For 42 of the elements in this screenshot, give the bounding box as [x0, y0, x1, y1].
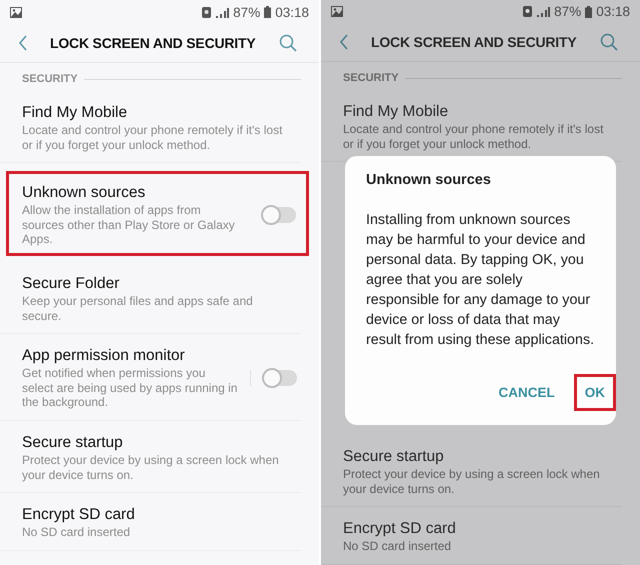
search-icon[interactable]	[600, 33, 618, 52]
battery-percent: 87%	[233, 4, 260, 20]
setting-description: Protect your device by using a screen lock when your device turns on.	[22, 452, 280, 482]
setting-description: Locate and control your phone remotely if it's lost or if you forget your unlock method.	[343, 122, 604, 152]
dialog-message: Installing from unknown sources may be harmful to your device and personal data. By tapping OK, you agree that you are solely responsible for any damage to your device or loss of data that may result from using these applications.	[366, 211, 596, 350]
dialog-button[interactable]: CANCEL	[488, 374, 566, 412]
setting-description: No SD card inserted	[343, 539, 452, 554]
setting-title[interactable]: Find My Mobile	[343, 101, 618, 122]
back-icon[interactable]	[18, 35, 28, 51]
signal-icon	[536, 6, 550, 18]
toggle-switch[interactable]	[262, 206, 296, 223]
image-icon	[10, 6, 22, 18]
section-header: SECURITY	[343, 72, 399, 84]
highlighted-button[interactable]: OK	[574, 374, 616, 412]
clock-time: 03:18	[275, 4, 309, 20]
setting-description: Get notified when permissions you select are being used by apps running in the background.	[22, 366, 238, 410]
setting-description: No SD card inserted	[22, 525, 132, 540]
setting-title[interactable]: Secure Folder	[22, 272, 297, 294]
screen-title: LOCK SCREEN AND SECURITY	[371, 34, 578, 50]
setting-description: Allow the installation of apps from sources other than Play Store or Galaxy Apps.	[22, 203, 236, 247]
setting-title[interactable]: Encrypt SD card	[343, 518, 618, 540]
battery-percent: 87%	[554, 4, 582, 20]
back-icon[interactable]	[339, 34, 349, 50]
setting-title[interactable]: Secure startup	[343, 446, 618, 468]
screen-title: LOCK SCREEN AND SECURITY	[50, 35, 256, 51]
setting-description: Locate and control your phone remotely if it's lost or if you forget your unlock method.	[22, 123, 284, 152]
setting-title[interactable]: App permission monitor	[22, 345, 250, 366]
battery-icon	[264, 6, 272, 18]
dialog-title: Unknown sources	[366, 172, 492, 188]
signal-icon	[215, 6, 230, 18]
setting-title[interactable]: Secure startup	[22, 432, 297, 453]
image-icon	[331, 6, 343, 18]
section-header: SECURITY	[22, 73, 78, 85]
setting-title[interactable]: Encrypt SD card	[22, 504, 297, 526]
setting-title[interactable]: Unknown sources	[22, 182, 250, 204]
setting-description: Protect your device by using a screen lock when your device turns on.	[343, 467, 601, 496]
setting-description: Keep your personal files and apps safe and secure.	[22, 294, 254, 324]
toggle-switch[interactable]	[263, 370, 297, 386]
setting-title[interactable]: Find My Mobile	[22, 102, 297, 123]
clock-time: 03:18	[596, 4, 630, 20]
battery-icon	[585, 6, 592, 18]
search-icon[interactable]	[279, 34, 297, 52]
